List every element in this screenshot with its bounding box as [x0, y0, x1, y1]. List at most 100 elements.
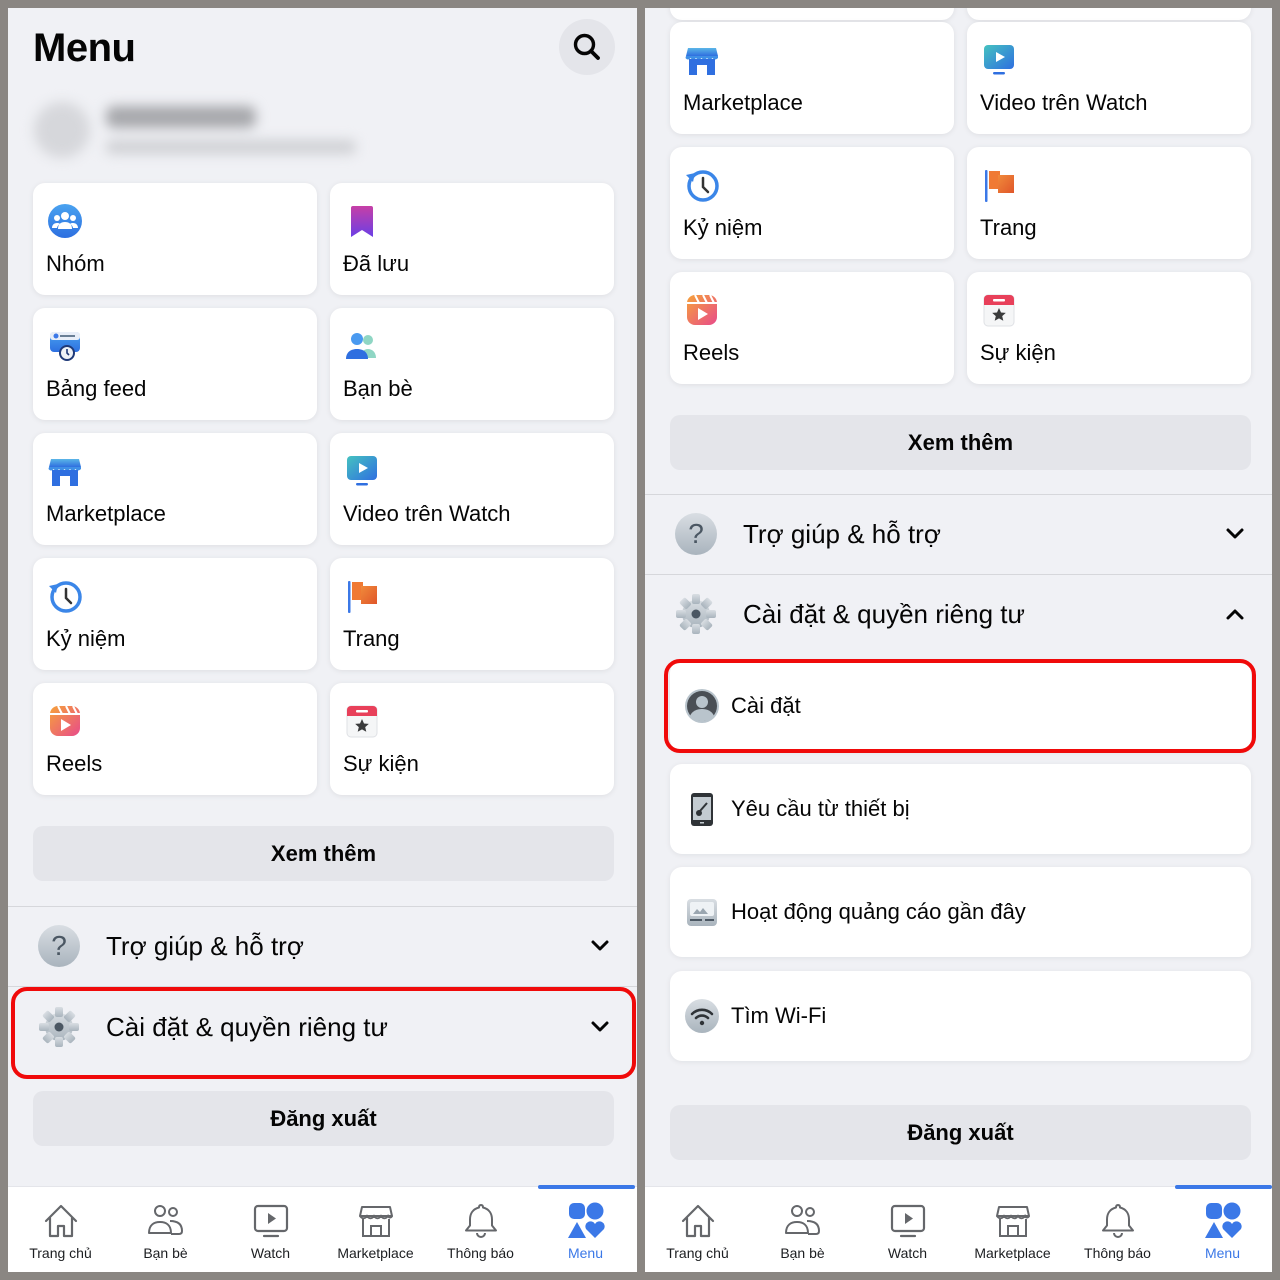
help-support-section[interactable]: Trợ giúp & hỗ trợ: [645, 495, 1272, 573]
shortcut-label: Marketplace: [46, 501, 166, 526]
find-wifi-item[interactable]: Tìm Wi-Fi: [670, 971, 1251, 1061]
shortcut-cut-off[interactable]: [670, 8, 954, 20]
search-button[interactable]: [559, 19, 615, 75]
chevron-down-icon: [1224, 523, 1246, 545]
pages-flag-icon: [344, 578, 380, 614]
nav-label: Menu: [567, 1245, 604, 1261]
divider: [8, 986, 637, 987]
saved-bookmark-icon: [344, 203, 380, 239]
friends-outline-icon: [146, 1201, 186, 1241]
shortcut-reels[interactable]: Reels: [33, 683, 317, 795]
nav-friends[interactable]: Bạn bè: [750, 1187, 855, 1272]
see-more-button[interactable]: Xem thêm: [33, 826, 614, 881]
shortcut-pages[interactable]: Trang: [330, 558, 614, 670]
help-support-section[interactable]: Trợ giúp & hỗ trợ: [8, 907, 637, 985]
shortcut-marketplace[interactable]: Marketplace: [670, 22, 954, 134]
nav-home[interactable]: Trang chủ: [645, 1187, 750, 1272]
item-label: Cài đặt: [731, 693, 801, 718]
shortcut-marketplace[interactable]: Marketplace: [33, 433, 317, 545]
nav-label: Marketplace: [974, 1245, 1051, 1261]
nav-marketplace[interactable]: Marketplace: [960, 1187, 1065, 1272]
nav-notifications[interactable]: Thông báo: [1065, 1187, 1170, 1272]
shortcut-cut-off[interactable]: [967, 8, 1251, 20]
help-question-icon: [36, 923, 82, 969]
logout-button[interactable]: Đăng xuất: [670, 1105, 1251, 1160]
menu-shapes-icon: [1203, 1201, 1243, 1241]
shortcut-label: Đã lưu: [343, 251, 410, 276]
item-label: Hoạt động quảng cáo gần đây: [731, 899, 1026, 924]
recent-ad-activity-icon: [684, 894, 720, 930]
shortcut-reels[interactable]: Reels: [670, 272, 954, 384]
watch-outline-icon: [888, 1201, 928, 1241]
nav-label: Watch: [250, 1245, 291, 1261]
chevron-down-icon: [589, 935, 611, 957]
shortcut-pages[interactable]: Trang: [967, 147, 1251, 259]
settings-item[interactable]: Cài đặt: [670, 661, 1251, 751]
logout-button[interactable]: Đăng xuất: [33, 1091, 614, 1146]
shortcut-label: Bảng feed: [46, 376, 147, 401]
item-label: Tìm Wi-Fi: [731, 1003, 827, 1028]
watch-video-icon: [344, 453, 380, 489]
memories-clock-icon: [47, 578, 83, 614]
shortcut-memories[interactable]: Kỷ niệm: [670, 147, 954, 259]
shortcut-saved[interactable]: Đã lưu: [330, 183, 614, 295]
marketplace-outline-icon: [993, 1201, 1033, 1241]
bottom-nav-bar: Trang chủ Bạn bè Watch Marketplace Thông…: [645, 1185, 1272, 1272]
see-more-button[interactable]: Xem thêm: [670, 415, 1251, 470]
shortcut-label: Marketplace: [683, 90, 803, 115]
item-label: Yêu cầu từ thiết bị: [731, 796, 910, 821]
nav-watch[interactable]: Watch: [218, 1187, 323, 1272]
shortcut-label: Trang: [980, 215, 1037, 240]
settings-profile-icon: [684, 688, 720, 724]
nav-watch[interactable]: Watch: [855, 1187, 960, 1272]
shortcut-label: Kỷ niệm: [683, 215, 763, 240]
shortcut-watch[interactable]: Video trên Watch: [967, 22, 1251, 134]
bell-icon: [1098, 1201, 1138, 1241]
shortcut-label: Nhóm: [46, 251, 105, 276]
right-menu-screen-expanded: Marketplace Video trên Watch Kỷ niệm Tra…: [645, 8, 1272, 1272]
groups-icon: [47, 203, 83, 239]
nav-home[interactable]: Trang chủ: [8, 1187, 113, 1272]
menu-shapes-icon: [566, 1201, 606, 1241]
bell-icon: [461, 1201, 501, 1241]
memories-clock-icon: [684, 167, 720, 203]
nav-notifications[interactable]: Thông báo: [428, 1187, 533, 1272]
friends-outline-icon: [783, 1201, 823, 1241]
reels-icon: [47, 703, 83, 739]
feeds-icon: [47, 328, 83, 364]
nav-menu[interactable]: Menu: [533, 1187, 637, 1272]
shortcut-watch[interactable]: Video trên Watch: [330, 433, 614, 545]
watch-outline-icon: [251, 1201, 291, 1241]
nav-menu[interactable]: Menu: [1170, 1187, 1272, 1272]
avatar: [34, 102, 90, 158]
shortcut-memories[interactable]: Kỷ niệm: [33, 558, 317, 670]
shortcut-feeds[interactable]: Bảng feed: [33, 308, 317, 420]
shortcut-label: Reels: [46, 751, 103, 776]
settings-privacy-section[interactable]: Cài đặt & quyền riêng tư: [8, 988, 637, 1066]
marketplace-outline-icon: [356, 1201, 396, 1241]
wifi-icon: [684, 998, 720, 1034]
nav-label: Thông báo: [1084, 1245, 1151, 1261]
nav-friends[interactable]: Bạn bè: [113, 1187, 218, 1272]
chevron-up-icon: [1224, 603, 1246, 625]
shortcut-events[interactable]: Sự kiện: [967, 272, 1251, 384]
shortcut-label: Bạn bè: [343, 376, 413, 401]
recent-ad-activity-item[interactable]: Hoạt động quảng cáo gần đây: [670, 867, 1251, 957]
settings-privacy-section-expanded[interactable]: Cài đặt & quyền riêng tư: [645, 575, 1272, 653]
profile-subtitle-blurred: [106, 140, 356, 154]
shortcut-events[interactable]: Sự kiện: [330, 683, 614, 795]
marketplace-store-icon: [47, 453, 83, 489]
nav-label: Bạn bè: [143, 1245, 188, 1261]
watch-video-icon: [981, 42, 1017, 78]
nav-marketplace[interactable]: Marketplace: [323, 1187, 428, 1272]
home-icon: [678, 1201, 718, 1241]
shortcut-groups[interactable]: Nhóm: [33, 183, 317, 295]
profile-row-blurred[interactable]: [28, 96, 368, 166]
nav-label: Trang chủ: [29, 1245, 92, 1261]
shortcut-friends[interactable]: Bạn bè: [330, 308, 614, 420]
reels-icon: [684, 292, 720, 328]
chevron-down-icon: [589, 1016, 611, 1038]
section-label: Cài đặt & quyền riêng tư: [743, 598, 1025, 629]
device-requests-item[interactable]: Yêu cầu từ thiết bị: [670, 764, 1251, 854]
pages-flag-icon: [981, 167, 1017, 203]
